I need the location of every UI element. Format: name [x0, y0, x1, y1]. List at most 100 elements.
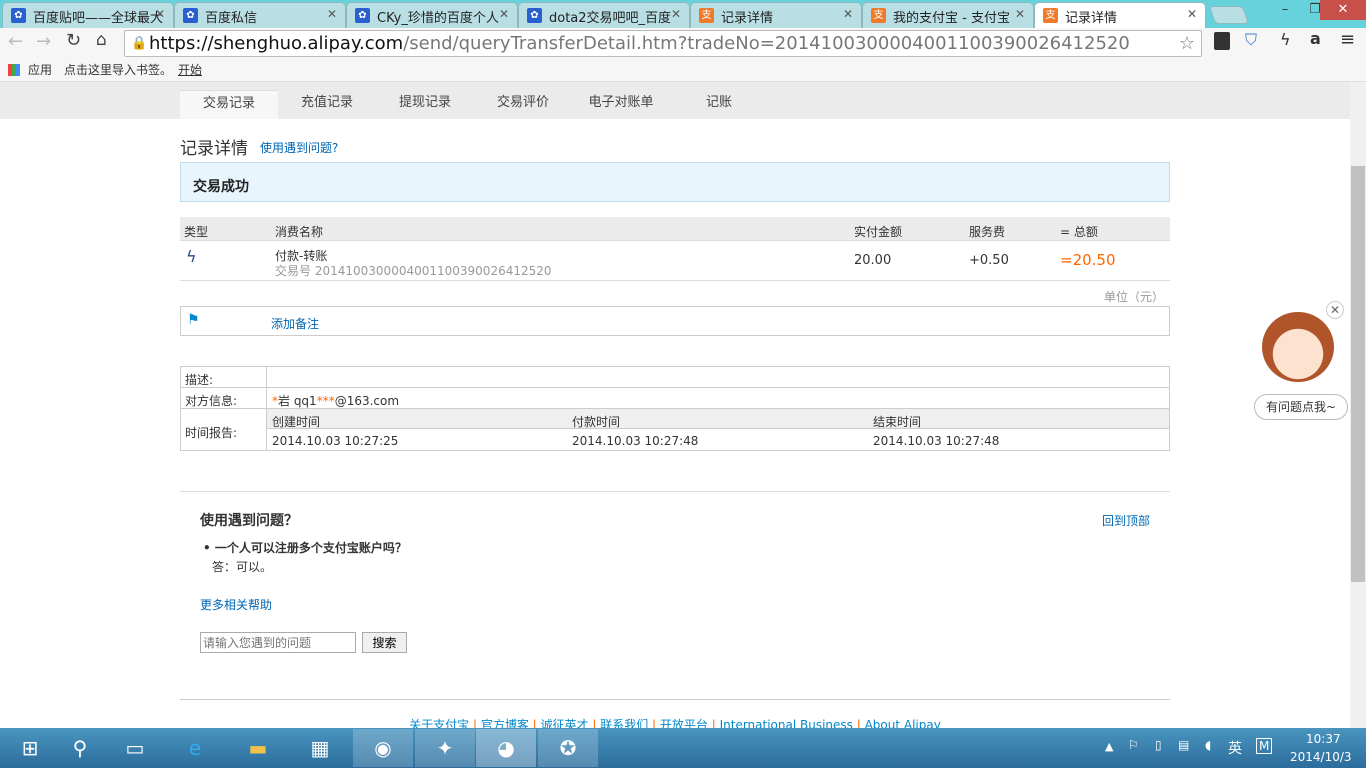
extension-icon[interactable] — [1214, 32, 1230, 50]
close-tab-icon[interactable]: ✕ — [155, 7, 165, 21]
flash-icon[interactable]: ϟ — [1280, 30, 1291, 49]
menu-icon[interactable]: ≡ — [1340, 29, 1355, 50]
close-widget-icon[interactable]: ✕ — [1326, 301, 1344, 319]
help-search-button[interactable]: 搜索 — [362, 632, 407, 653]
footer-link[interactable]: 联系我们 — [600, 718, 648, 728]
trade-no-label: 交易号 — [275, 264, 312, 278]
footer-link[interactable]: 开放平台 — [660, 718, 708, 728]
nav-tab[interactable]: 电子对账单 — [572, 90, 670, 119]
browser-tab[interactable]: 支记录详情 ✕ — [690, 2, 862, 28]
browser-tab[interactable]: ✿ 百度贴吧——全球最大 ✕ — [2, 2, 174, 28]
desc-label: 描述: — [185, 373, 214, 387]
note-box: ⚑ 添加备注 — [180, 306, 1170, 336]
network-icon[interactable]: ▤ — [1178, 738, 1189, 752]
help-link[interactable]: 使用遇到问题? — [260, 139, 338, 156]
tab-title: 记录详情 — [1065, 11, 1118, 26]
help-search-input[interactable] — [200, 632, 356, 653]
tab-title: 百度私信 — [205, 11, 258, 26]
search-icon[interactable]: ⚲ — [50, 729, 110, 767]
tab-title: dota2交易吧吧_百度 — [549, 11, 672, 26]
new-tab-button[interactable] — [1208, 6, 1250, 24]
scrollbar[interactable] — [1350, 82, 1366, 728]
ime-mode-icon[interactable]: M — [1256, 738, 1273, 754]
browser-tab[interactable]: ✿ dota2交易吧吧_百度 ✕ — [518, 2, 690, 28]
footer-links: 关于支付宝 | 官方博客 | 诚征英才 | 联系我们 | 开放平台 | Inte… — [0, 716, 1350, 728]
created-time: 2014.10.03 10:27:25 — [272, 434, 399, 448]
nav-tab[interactable]: 充值记录 — [278, 90, 376, 119]
more-help-link[interactable]: 更多相关帮助 — [200, 596, 272, 613]
tray-expand-icon[interactable]: ▲ — [1105, 740, 1113, 753]
tab-title: CKy_珍惜的百度个人 — [377, 11, 499, 26]
help-mascot-avatar[interactable] — [1262, 312, 1334, 382]
nav-tab[interactable]: 交易记录 — [180, 90, 278, 119]
end-time: 2014.10.03 10:27:48 — [873, 434, 1000, 448]
close-tab-icon[interactable]: ✕ — [671, 7, 681, 21]
nav-tab[interactable]: 交易评价 — [474, 90, 572, 119]
faq-question[interactable]: 一个人可以注册多个支付宝账户吗？ — [215, 541, 407, 555]
nav-tab[interactable]: 提现记录 — [376, 90, 474, 119]
close-tab-icon[interactable]: ✕ — [1015, 7, 1025, 21]
bookmark-star-icon[interactable]: ☆ — [1179, 31, 1195, 56]
reload-icon[interactable]: ↻ — [66, 30, 81, 51]
close-tab-icon[interactable]: ✕ — [1187, 7, 1197, 21]
forward-icon[interactable]: → — [36, 31, 51, 52]
url-host: https://shenghuo.alipay.com — [149, 33, 404, 54]
page-title: 记录详情 — [180, 139, 248, 159]
apps-icon[interactable] — [8, 64, 20, 76]
task-view-icon[interactable]: ▭ — [105, 729, 165, 767]
footer-link[interactable]: International Business — [720, 718, 853, 728]
close-window-button[interactable]: ✕ — [1320, 0, 1366, 20]
tab-title: 我的支付宝 - 支付宝 — [893, 11, 1010, 26]
file-explorer-icon[interactable]: ▬ — [228, 729, 288, 767]
home-icon[interactable]: ⌂ — [96, 30, 107, 50]
store-icon[interactable]: ▦ — [290, 729, 350, 767]
party-label: 对方信息: — [185, 394, 238, 408]
flag-tray-icon[interactable]: ⚐ — [1128, 738, 1139, 752]
info-table: 描述: 对方信息: *岩 qq1***@163.com 时间报告: 创建时间 付… — [180, 366, 1170, 451]
help-widget-button[interactable]: 有问题点我~ — [1254, 394, 1348, 420]
close-tab-icon[interactable]: ✕ — [327, 7, 337, 21]
address-bar[interactable]: 🔒 https://shenghuo.alipay.com/send/query… — [124, 30, 1202, 57]
col-name: 消费名称 — [275, 225, 324, 239]
volume-icon[interactable]: ◖ — [1205, 738, 1211, 752]
battery-icon[interactable]: ▯ — [1155, 738, 1162, 752]
close-tab-icon[interactable]: ✕ — [843, 7, 853, 21]
footer-link[interactable]: About Alipay — [865, 718, 941, 728]
back-to-top-link[interactable]: 回到顶部 — [1102, 512, 1150, 529]
browser-tab[interactable]: 支记录详情 ✕ — [1034, 2, 1206, 28]
party-name: 岩 qq1 — [278, 394, 317, 408]
clock-time[interactable]: 10:37 — [1306, 732, 1341, 746]
footer-link[interactable]: 官方博客 — [481, 718, 529, 728]
amazon-icon[interactable]: a — [1310, 29, 1321, 48]
browser-tab[interactable]: 支我的支付宝 - 支付宝 ✕ — [862, 2, 1034, 28]
baidu-paw-icon: ✿ — [355, 8, 370, 23]
footer-link[interactable]: 关于支付宝 — [409, 718, 469, 728]
service-fee: +0.50 — [969, 253, 1009, 268]
close-tab-icon[interactable]: ✕ — [499, 7, 509, 21]
shield-icon[interactable]: ⛉ — [1245, 30, 1257, 50]
import-bookmarks-link[interactable]: 点击这里导入书签。 — [64, 58, 172, 82]
back-icon[interactable]: ← — [8, 31, 23, 52]
clock-date[interactable]: 2014/10/3 — [1290, 750, 1352, 764]
chrome-icon[interactable]: ◕ — [476, 729, 536, 767]
browser-tab[interactable]: ✿ 百度私信 ✕ — [174, 2, 346, 28]
battlenet-icon[interactable]: ✦ — [415, 729, 475, 767]
hearthstone-icon[interactable]: ✪ — [538, 729, 598, 767]
steam-icon[interactable]: ◉ — [353, 729, 413, 767]
apps-link[interactable]: 应用 — [28, 58, 52, 82]
start-link[interactable]: 开始 — [178, 58, 202, 82]
end-time-header: 结束时间 — [873, 415, 922, 429]
add-note-link[interactable]: 添加备注 — [271, 315, 319, 332]
tab-title: 记录详情 — [721, 11, 774, 26]
url-path: /send/queryTransferDetail.htm?tradeNo=20… — [403, 33, 1130, 54]
minimize-button[interactable]: – — [1270, 0, 1300, 20]
lock-warning-icon[interactable]: 🔒 — [131, 31, 147, 56]
page-content: 交易记录 充值记录 提现记录 交易评价 电子对账单 记账 记录详情 使用遇到问题? 交易成… — [0, 82, 1350, 728]
footer-link[interactable]: 诚征英才 — [541, 718, 589, 728]
help-title: 使用遇到问题？ — [200, 513, 298, 529]
created-time-header: 创建时间 — [272, 415, 321, 429]
ime-indicator[interactable]: 英 — [1228, 738, 1242, 758]
browser-tab[interactable]: ✿ CKy_珍惜的百度个人 ✕ — [346, 2, 518, 28]
ie-icon[interactable]: e — [165, 729, 225, 767]
nav-tab[interactable]: 记账 — [670, 90, 768, 119]
